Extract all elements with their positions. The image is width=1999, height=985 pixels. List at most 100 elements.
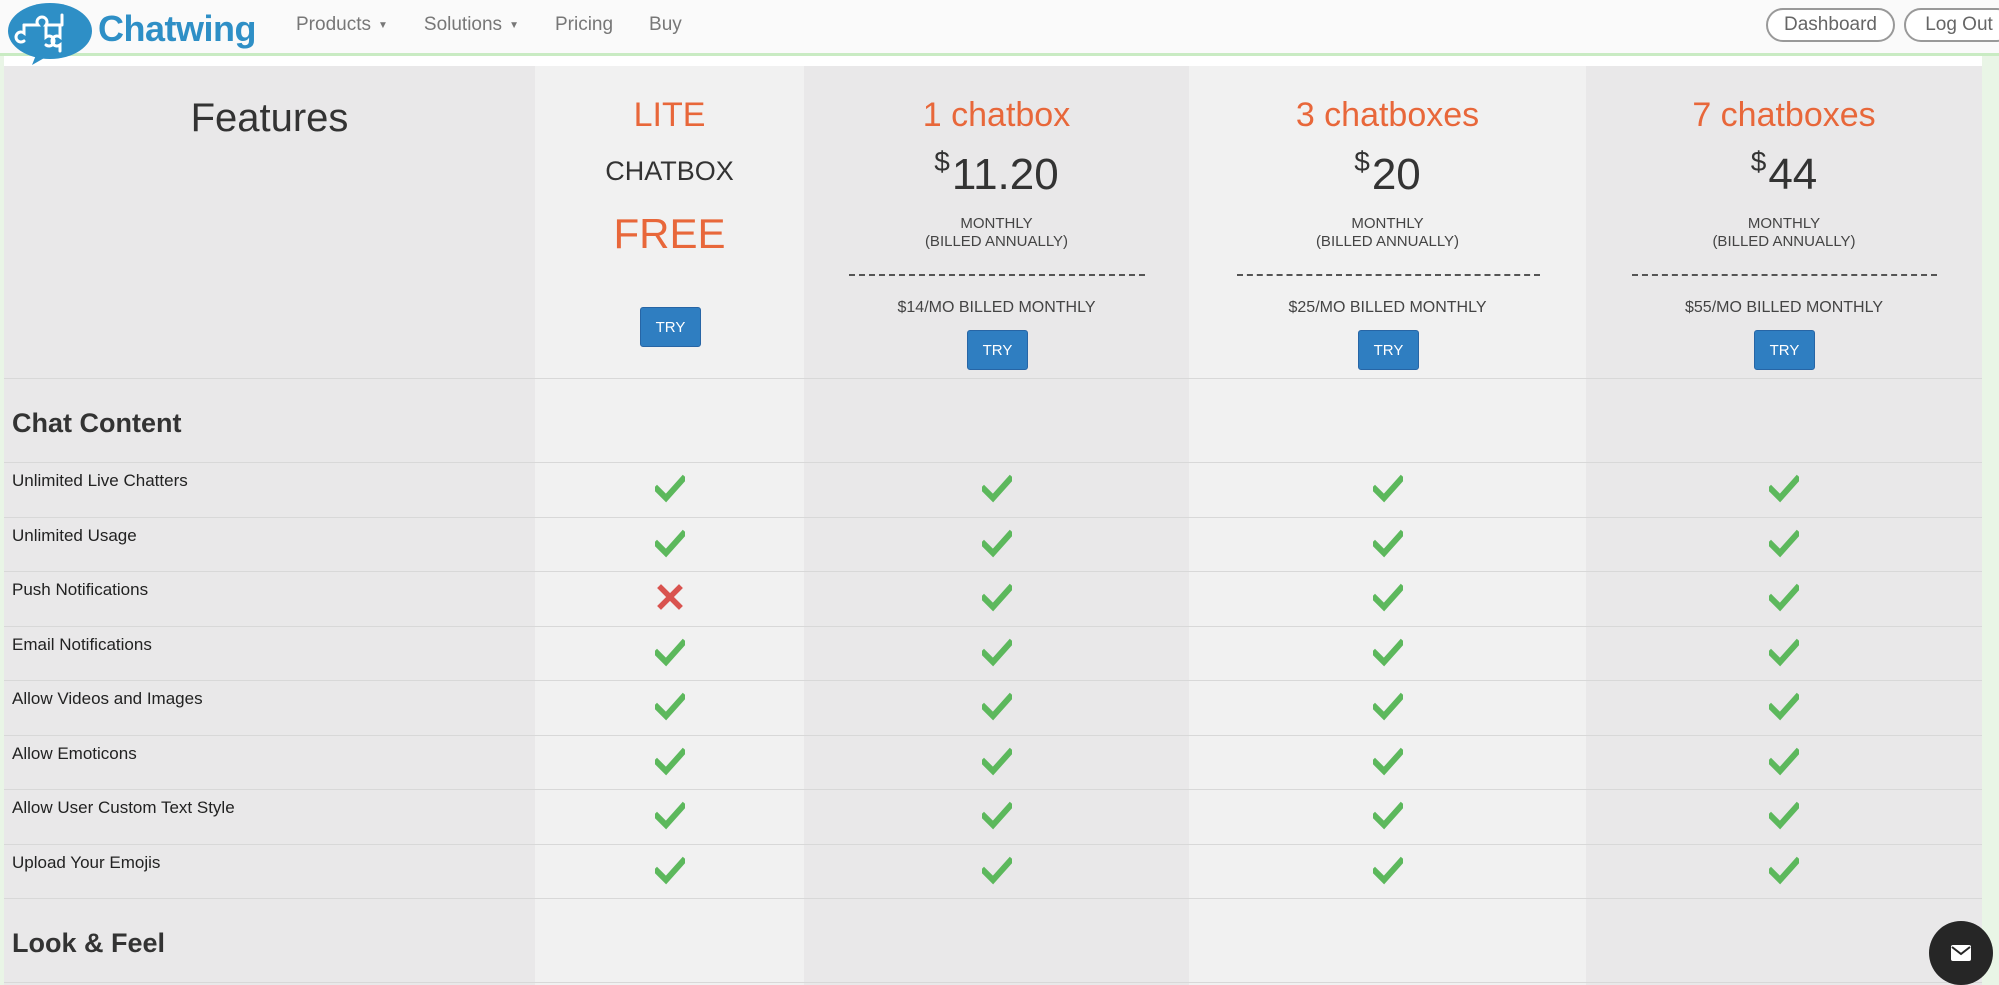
feature-label: Allow Videos and Images — [12, 689, 203, 708]
try-button-1-chatbox[interactable]: TRY — [967, 330, 1028, 370]
check-icon — [979, 855, 1015, 885]
row-divider — [4, 735, 1982, 736]
check-icon — [979, 528, 1015, 558]
right-border — [1982, 56, 1999, 985]
nav-pricing-label: Pricing — [554, 14, 614, 35]
currency-symbol: $ — [1750, 146, 1767, 177]
row-divider — [4, 680, 1982, 681]
check-icon — [1766, 746, 1802, 776]
divider — [1632, 274, 1937, 276]
feature-label: Upload Your Emojis — [12, 852, 161, 872]
feature-label: Push Notifications — [12, 580, 149, 599]
plan-name-lite: LITE — [633, 96, 706, 134]
billing-period: MONTHLY — [1747, 215, 1821, 232]
try-button-7-chatboxes[interactable]: TRY — [1754, 330, 1815, 370]
nav-buy-label: Buy — [649, 14, 682, 35]
row-divider — [4, 898, 1982, 899]
features-title: Features — [190, 96, 349, 140]
plan-price-1-chatbox: $11.20 — [804, 146, 1189, 200]
check-icon — [1370, 855, 1406, 885]
check-icon — [652, 855, 688, 885]
feature-label: Allow User Custom Text Style — [12, 798, 235, 817]
section-title: Look & Feel — [12, 928, 166, 958]
check-icon — [979, 746, 1015, 776]
row-divider — [4, 982, 1982, 983]
check-icon — [652, 691, 688, 721]
monthly-price-1-chatbox: $14/MO BILLED MONTHLY — [897, 299, 1096, 316]
try-button-3-chatboxes[interactable]: TRY — [1358, 330, 1419, 370]
billing-note: (BILLED ANNUALLY) — [924, 233, 1069, 250]
brand-logo[interactable]: Chatwing — [6, 0, 256, 66]
plan-price-7-chatboxes: $44 — [1586, 146, 1982, 200]
row-divider — [4, 844, 1982, 845]
check-icon — [1766, 528, 1802, 558]
billing-note: (BILLED ANNUALLY) — [1712, 233, 1856, 250]
divider — [1237, 274, 1540, 276]
row-divider — [4, 517, 1982, 518]
puzzle-chat-bubble-icon — [6, 1, 94, 65]
billing-info-1-chatbox: MONTHLY (BILLED ANNUALLY) — [804, 215, 1189, 251]
check-icon — [652, 528, 688, 558]
price-value: 20 — [1371, 150, 1421, 199]
plan-column-lite — [535, 66, 804, 985]
plan-name-3-chatboxes: 3 chatboxes — [1295, 96, 1480, 134]
envelope-icon — [1951, 945, 1971, 961]
top-navbar: Chatwing Products ▼ Solutions ▼ Pricing … — [0, 0, 1999, 65]
plan-column-1-chatbox — [804, 66, 1189, 985]
price-value: 44 — [1768, 150, 1818, 199]
check-icon — [1370, 691, 1406, 721]
check-icon — [1766, 855, 1802, 885]
feature-label: Unlimited Live Chatters — [12, 471, 188, 490]
nav-products[interactable]: Products ▼ — [296, 14, 388, 36]
feature-label: Unlimited Usage — [12, 525, 137, 545]
check-icon — [979, 637, 1015, 667]
nav-solutions[interactable]: Solutions ▼ — [424, 14, 519, 36]
section-title: Chat Content — [12, 408, 182, 438]
monthly-price-7-chatboxes: $55/MO BILLED MONTHLY — [1685, 299, 1883, 316]
logout-button[interactable]: Log Out — [1904, 8, 1999, 42]
billing-info-3-chatboxes: MONTHLY (BILLED ANNUALLY) — [1189, 215, 1586, 251]
check-icon — [979, 582, 1015, 612]
check-icon — [1370, 528, 1406, 558]
check-icon — [1766, 637, 1802, 667]
billing-period: MONTHLY — [960, 215, 1033, 232]
chat-widget-button[interactable] — [1929, 921, 1993, 985]
check-icon — [1766, 582, 1802, 612]
price-value: 11.20 — [951, 150, 1059, 199]
row-divider — [4, 462, 1982, 463]
billing-period: MONTHLY — [1351, 215, 1424, 232]
check-icon — [652, 473, 688, 503]
billing-info-7-chatboxes: MONTHLY (BILLED ANNUALLY) — [1586, 215, 1982, 251]
plan-price-lite: FREE — [613, 210, 726, 257]
check-icon — [979, 473, 1015, 503]
check-icon — [1370, 637, 1406, 667]
currency-symbol: $ — [934, 146, 950, 177]
caret-down-icon: ▼ — [377, 19, 388, 31]
row-divider — [4, 626, 1982, 627]
check-icon — [1370, 746, 1406, 776]
plan-name-1-chatbox: 1 chatbox — [922, 96, 1071, 134]
try-button-lite[interactable]: TRY — [640, 307, 701, 347]
nav-pricing[interactable]: Pricing — [555, 14, 613, 36]
feature-label: Allow Emoticons — [12, 743, 137, 763]
row-divider — [4, 378, 1982, 379]
monthly-price-3-chatboxes: $25/MO BILLED MONTHLY — [1288, 299, 1487, 316]
nav-buy[interactable]: Buy — [649, 14, 682, 36]
caret-down-icon: ▼ — [509, 19, 519, 31]
nav-products-label: Products — [296, 14, 371, 35]
plan-column-7-chatboxes — [1586, 66, 1982, 985]
divider — [849, 274, 1145, 276]
check-icon — [1766, 473, 1802, 503]
dashboard-button[interactable]: Dashboard — [1766, 8, 1895, 42]
check-icon — [652, 637, 688, 667]
check-icon — [979, 691, 1015, 721]
row-divider — [4, 789, 1982, 790]
check-icon — [652, 800, 688, 830]
check-icon — [1370, 800, 1406, 830]
nav-solutions-label: Solutions — [423, 14, 503, 35]
check-icon — [979, 800, 1015, 830]
currency-symbol: $ — [1354, 146, 1370, 177]
brand-name: Chatwing — [98, 8, 256, 49]
plan-sub-lite: CHATBOX — [605, 156, 734, 186]
feature-label: Email Notifications — [12, 634, 152, 654]
